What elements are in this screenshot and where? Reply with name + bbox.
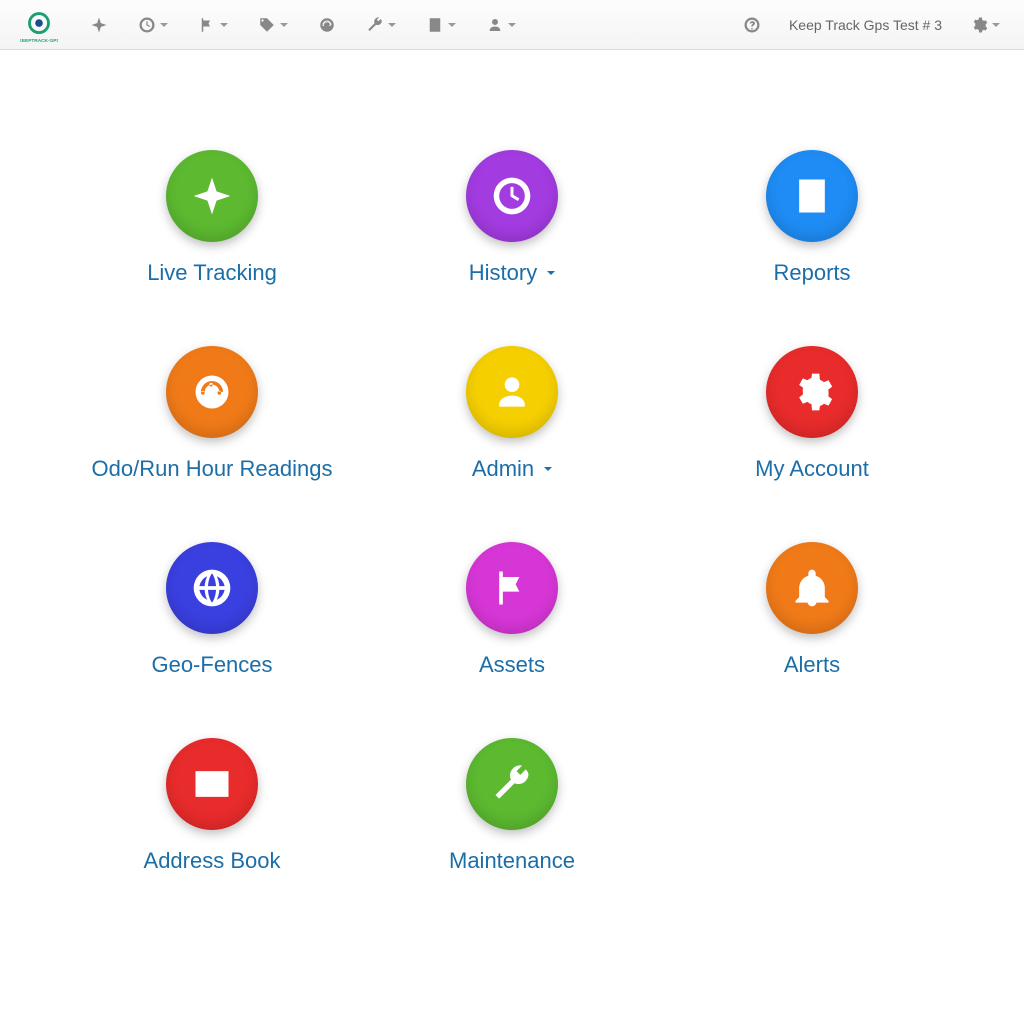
tile-circle — [466, 346, 558, 438]
tile-admin[interactable]: Admin — [362, 346, 662, 482]
tile-circle — [766, 542, 858, 634]
top-navbar: KEEPTRACK·GPS Keep Track Gps Te — [0, 0, 1024, 50]
tile-assets[interactable]: Assets — [362, 542, 662, 678]
gauge-icon — [318, 16, 336, 34]
tile-live-tracking[interactable]: Live Tracking — [62, 150, 362, 286]
gear-icon — [970, 16, 988, 34]
nav-reports[interactable] — [412, 5, 470, 45]
nav-admin[interactable] — [472, 5, 530, 45]
tile-label: Assets — [479, 652, 545, 678]
dashboard-grid: Live Tracking History Reports Odo/Run Hour … — [0, 150, 1024, 874]
mail-icon — [190, 762, 234, 806]
wrench-icon — [366, 16, 384, 34]
tile-label: Odo/Run Hour Readings — [92, 456, 333, 482]
nav-settings[interactable] — [956, 5, 1014, 45]
gauge-icon — [190, 370, 234, 414]
wrench-icon — [490, 762, 534, 806]
nav-assets[interactable] — [244, 5, 302, 45]
chevron-down-icon — [508, 23, 516, 27]
crosshair-icon — [90, 16, 108, 34]
tile-my-account[interactable]: My Account — [662, 346, 962, 482]
tile-circle — [166, 346, 258, 438]
tile-label: Maintenance — [449, 848, 575, 874]
nav-alerts[interactable] — [184, 5, 242, 45]
tile-label: My Account — [755, 456, 869, 482]
gear-icon — [790, 370, 834, 414]
tile-circle — [466, 738, 558, 830]
tile-label: Geo-Fences — [151, 652, 272, 678]
tag-icon — [258, 16, 276, 34]
svg-text:KEEPTRACK·GPS: KEEPTRACK·GPS — [20, 38, 58, 44]
chevron-down-icon — [388, 23, 396, 27]
tile-label: Live Tracking — [147, 260, 277, 286]
chevron-down-icon — [547, 271, 555, 275]
tile-circle — [166, 738, 258, 830]
tile-odo[interactable]: Odo/Run Hour Readings — [62, 346, 362, 482]
tile-circle — [166, 542, 258, 634]
help-icon — [743, 16, 761, 34]
tile-address-book[interactable]: Address Book — [62, 738, 362, 874]
tile-label: History — [469, 260, 555, 286]
nav-odo[interactable] — [304, 5, 350, 45]
globe-icon — [190, 566, 234, 610]
clock-icon — [138, 16, 156, 34]
chevron-down-icon — [544, 467, 552, 471]
chevron-down-icon — [992, 23, 1000, 27]
tile-maintenance[interactable]: Maintenance — [362, 738, 662, 874]
nav-history[interactable] — [124, 5, 182, 45]
crosshair-icon — [190, 174, 234, 218]
tile-history[interactable]: History — [362, 150, 662, 286]
tile-circle — [766, 150, 858, 242]
chevron-down-icon — [280, 23, 288, 27]
chevron-down-icon — [160, 23, 168, 27]
tile-label: Reports — [773, 260, 850, 286]
report-icon — [790, 174, 834, 218]
person-icon — [486, 16, 504, 34]
tile-alerts[interactable]: Alerts — [662, 542, 962, 678]
tile-label: Alerts — [784, 652, 840, 678]
tile-circle — [466, 150, 558, 242]
tile-circle — [766, 346, 858, 438]
nav-help[interactable] — [729, 5, 775, 45]
tile-label: Address Book — [144, 848, 281, 874]
chevron-down-icon — [220, 23, 228, 27]
nav-tracking[interactable] — [76, 5, 122, 45]
tile-geo-fences[interactable]: Geo-Fences — [62, 542, 362, 678]
report-icon — [426, 16, 444, 34]
flag-icon — [198, 16, 216, 34]
nav-maintenance[interactable] — [352, 5, 410, 45]
account-label[interactable]: Keep Track Gps Test # 3 — [775, 17, 956, 33]
brand-logo[interactable]: KEEPTRACK·GPS — [10, 4, 68, 46]
tile-reports[interactable]: Reports — [662, 150, 962, 286]
bell-icon — [790, 566, 834, 610]
tile-circle — [166, 150, 258, 242]
person-icon — [490, 370, 534, 414]
tile-circle — [466, 542, 558, 634]
clock-icon — [490, 174, 534, 218]
chevron-down-icon — [448, 23, 456, 27]
tile-label: Admin — [472, 456, 552, 482]
nav-left-group — [76, 5, 530, 45]
flag-icon — [490, 566, 534, 610]
